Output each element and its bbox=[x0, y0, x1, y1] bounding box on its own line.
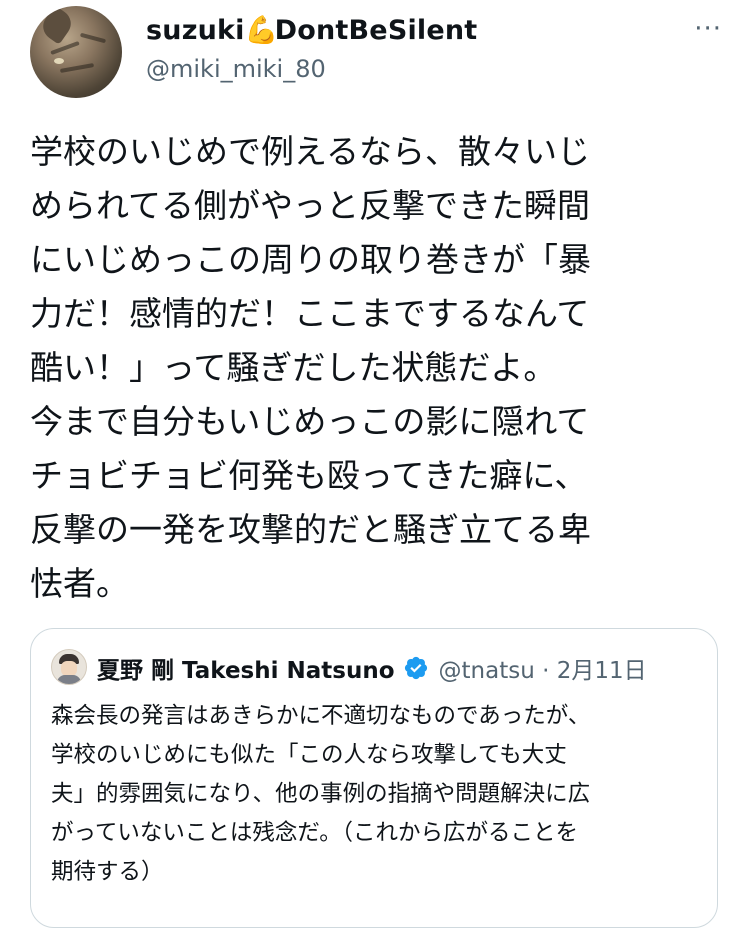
author-name-suffix: DontBeSilent bbox=[274, 15, 478, 46]
quoted-tweet-date: 2月11日 bbox=[556, 658, 647, 684]
quoted-author-handle: @tnatsu bbox=[438, 658, 535, 684]
author-handle[interactable]: @miki_miki_80 bbox=[146, 55, 326, 83]
quoted-tweet-text: 森会長の発言はあきらかに不適切なものであったが、 学校のいじめにも似た「この人な… bbox=[51, 703, 591, 885]
flexed-biceps-icon: 💪 bbox=[244, 15, 279, 46]
meta-separator: · bbox=[542, 658, 550, 684]
more-options-icon[interactable]: ··· bbox=[694, 14, 722, 44]
author-name[interactable]: suzuki💪DontBeSilent bbox=[146, 14, 477, 46]
author-avatar[interactable] bbox=[30, 6, 122, 98]
author-name-prefix: suzuki bbox=[146, 15, 245, 46]
tweet-text: 学校のいじめで例えるなら、散々いじ められてる側がやっと反撃できた瞬間 にいじめ… bbox=[30, 132, 591, 603]
verified-badge-icon bbox=[404, 656, 427, 680]
quoted-author-avatar bbox=[51, 649, 87, 685]
quoted-author-name: 夏野 剛 Takeshi Natsuno bbox=[97, 658, 395, 684]
quoted-tweet-header: 夏野 剛 Takeshi Natsuno @tnatsu · 2月11日 bbox=[97, 651, 647, 685]
quoted-tweet-card[interactable]: 夏野 剛 Takeshi Natsuno @tnatsu · 2月11日 森会長… bbox=[30, 628, 718, 928]
